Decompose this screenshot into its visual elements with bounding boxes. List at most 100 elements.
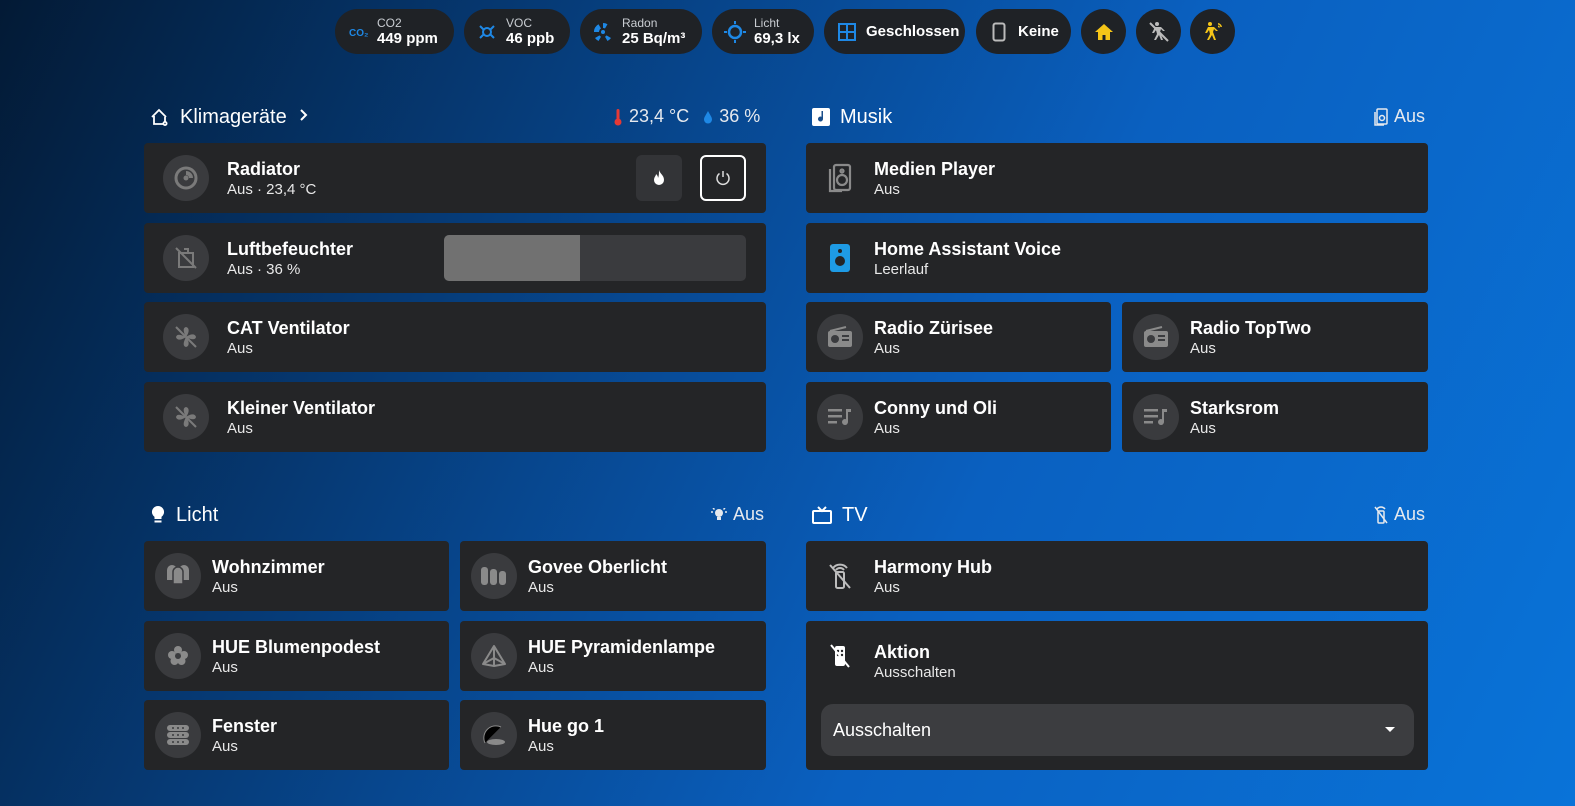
remote-off-icon [817, 553, 863, 599]
card-state: Aus [874, 578, 900, 596]
co2-chip[interactable]: CO₂ CO2 449 ppm [335, 9, 454, 54]
light-group-icon [711, 507, 727, 520]
radon-chip[interactable]: Radon 25 Bq/m³ [580, 9, 702, 54]
card-state: Aus [1190, 339, 1216, 357]
speaker-multiple-icon [1374, 107, 1388, 126]
home-chip[interactable] [1081, 9, 1126, 54]
heat-mode-button[interactable] [636, 155, 682, 201]
card-name: Luftbefeuchter [227, 238, 353, 259]
wohnzimmer-card[interactable]: Wohnzimmer Aus [144, 541, 449, 611]
humidifier-off-icon [163, 235, 209, 281]
tv-summary: Aus [1374, 504, 1425, 525]
playlist-music-icon [817, 394, 863, 440]
card-name: HUE Pyramidenlampe [528, 636, 716, 657]
licht-title: Licht [176, 503, 219, 526]
card-state: Aus [874, 419, 900, 437]
klima-title: Klimageräte [180, 105, 287, 128]
licht-header[interactable]: Licht [150, 502, 218, 528]
musik-status: Aus [1394, 106, 1426, 126]
card-state: Aus [528, 737, 554, 755]
tv-header[interactable]: TV [812, 502, 868, 528]
musik-header[interactable]: Musik [812, 104, 892, 130]
remote-tv-off-icon [817, 633, 863, 679]
card-name: Hue go 1 [528, 715, 605, 736]
licht-chip[interactable]: Licht 69,3 lx [712, 9, 814, 54]
card-name: Starksrom [1190, 397, 1280, 418]
card-name: Harmony Hub [874, 556, 993, 577]
radon-value: 25 Bq/m³ [622, 30, 686, 47]
hue-go-card[interactable]: Hue go 1 Aus [460, 700, 766, 770]
pyramid-icon [471, 633, 517, 679]
radio-icon [1133, 314, 1179, 360]
water-drop-icon [704, 110, 713, 123]
lamp-go-icon [471, 712, 517, 758]
card-name: Kleiner Ventilator [227, 397, 376, 418]
action-select-value: Ausschalten [833, 719, 932, 740]
aktion-card[interactable]: Aktion Ausschalten Ausschalten [806, 621, 1428, 770]
power-button[interactable] [700, 155, 746, 201]
card-name: Conny und Oli [874, 397, 997, 418]
card-name: Medien Player [874, 158, 996, 179]
hue-blumenpodest-card[interactable]: HUE Blumenpodest Aus [144, 621, 449, 691]
klima-humidity: 36 % [719, 106, 761, 126]
window-icon [824, 22, 869, 42]
speaker-icon [817, 235, 863, 281]
card-name: HUE Blumenpodest [212, 636, 381, 657]
svg-text:CO₂: CO₂ [349, 28, 368, 39]
card-name: Radio TopTwo [1190, 317, 1312, 338]
speaker-icon [817, 155, 863, 201]
card-state: Aus · 36 % [227, 260, 301, 278]
card-state: Aus [528, 658, 554, 676]
licht-status: Aus [733, 504, 765, 524]
card-state: Aus [212, 578, 238, 596]
ceiling-light-multiple-icon [155, 553, 201, 599]
conny-und-oli-card[interactable]: Conny und Oli Aus [806, 382, 1111, 452]
led-strip-icon [155, 712, 201, 758]
humidity-slider[interactable] [444, 235, 746, 281]
licht-label: Licht [754, 16, 780, 30]
musik-summary: Aus [1374, 106, 1425, 127]
motion-chip[interactable] [1190, 9, 1235, 54]
radio-zuerisee-card[interactable]: Radio Zürisee Aus [806, 302, 1111, 372]
light-bars-icon [471, 553, 517, 599]
action-select[interactable]: Ausschalten [821, 704, 1414, 756]
motion-off-chip[interactable] [1136, 9, 1181, 54]
card-name: Fenster [212, 715, 278, 736]
luftbefeuchter-card[interactable]: Luftbefeuchter Aus · 36 % [144, 223, 766, 293]
flame-icon [654, 170, 664, 185]
fenster-card[interactable]: Fenster Aus [144, 700, 449, 770]
co2-icon: CO₂ [335, 25, 380, 39]
kleiner-ventilator-card[interactable]: Kleiner Ventilator Aus [144, 382, 766, 452]
radiator-icon [163, 155, 209, 201]
medien-player-card[interactable]: Medien Player Aus [806, 143, 1428, 213]
govee-oberlicht-card[interactable]: Govee Oberlicht Aus [460, 541, 766, 611]
harmony-hub-card[interactable]: Harmony Hub Aus [806, 541, 1428, 611]
card-name: Wohnzimmer [212, 556, 325, 577]
cat-ventilator-card[interactable]: CAT Ventilator Aus [144, 302, 766, 372]
fan-off-icon [163, 394, 209, 440]
phone-chip[interactable]: Keine [976, 9, 1071, 54]
music-box-icon [812, 108, 830, 126]
co2-value: 449 ppm [377, 30, 438, 47]
motion-icon [1204, 21, 1222, 40]
voc-value: 46 ppb [506, 30, 555, 47]
voc-chip[interactable]: VOC 46 ppb [464, 9, 570, 54]
radio-toptwo-card[interactable]: Radio TopTwo Aus [1122, 302, 1428, 372]
klima-header[interactable]: Klimageräte [150, 104, 309, 130]
motion-off-icon [1148, 21, 1169, 42]
card-state: Aus [874, 339, 900, 357]
starksrom-card[interactable]: Starksrom Aus [1122, 382, 1428, 452]
radio-icon [817, 314, 863, 360]
card-state: Aus [212, 658, 238, 676]
home-assistant-voice-card[interactable]: Home Assistant Voice Leerlauf [806, 223, 1428, 293]
chevron-down-icon [1385, 727, 1395, 732]
tv-title: TV [842, 503, 868, 526]
radiator-card[interactable]: Radiator Aus · 23,4 °C [144, 143, 766, 213]
home-icon [1094, 23, 1113, 40]
card-name: Govee Oberlicht [528, 556, 668, 577]
chevron-right-icon[interactable] [299, 108, 309, 127]
hue-pyramidenlampe-card[interactable]: HUE Pyramidenlampe Aus [460, 621, 766, 691]
phone-icon [976, 22, 1021, 42]
remote-off-icon [1374, 505, 1388, 524]
window-chip[interactable]: Geschlossen [824, 9, 965, 54]
